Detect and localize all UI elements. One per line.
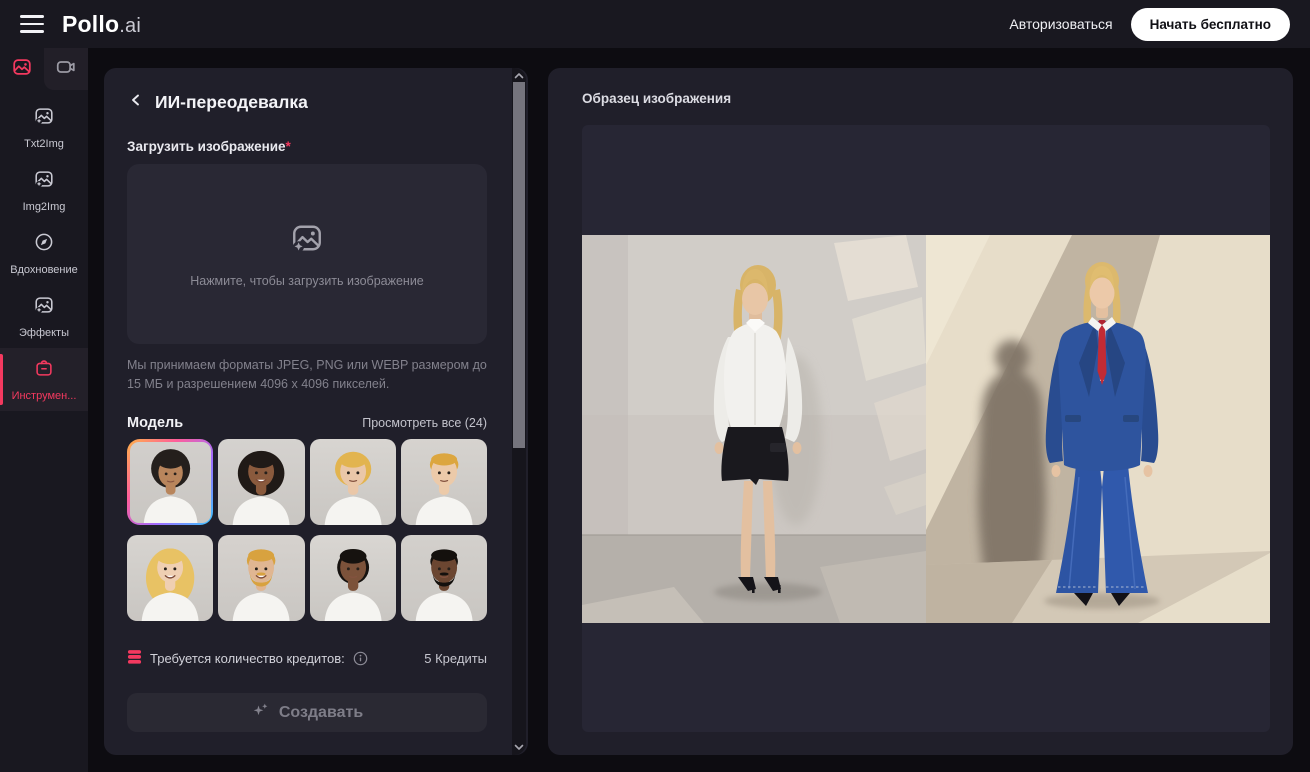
logo[interactable]: Pollo.ai — [62, 11, 141, 38]
scroll-up-icon[interactable] — [512, 69, 526, 83]
preview-title: Образец изображения — [582, 91, 731, 106]
model-thumb-man-blond-short[interactable] — [401, 439, 487, 525]
scrollbar-thumb[interactable] — [513, 82, 525, 448]
model-avatar — [310, 439, 396, 525]
model-avatar — [127, 535, 213, 621]
upload-dropzone[interactable]: Нажмите, чтобы загрузить изображение — [127, 164, 487, 344]
back-button[interactable] — [127, 94, 145, 112]
page-title: ИИ-переодевалка — [155, 92, 308, 113]
sidebar-item-label: Инструмен... — [12, 390, 77, 402]
sidebar-item-effects[interactable]: Эффекты — [0, 285, 88, 348]
credits-label: Требуется количество кредитов: — [150, 651, 345, 666]
model-avatar — [218, 535, 304, 621]
video-camera-icon — [55, 56, 77, 83]
toolbox-icon — [33, 357, 55, 384]
login-link[interactable]: Авторизоваться — [1009, 16, 1112, 32]
credits-coins-icon — [127, 649, 142, 668]
model-section-label: Модель — [127, 415, 183, 431]
required-asterisk: * — [286, 139, 291, 154]
sidebar-mode-tabs — [0, 48, 88, 90]
sidebar-items: Txt2Img Img2Img Вдохновение — [0, 96, 88, 411]
model-avatar — [401, 439, 487, 525]
scroll-down-icon[interactable] — [512, 740, 526, 754]
credits-value: 5 Кредиты — [424, 651, 487, 666]
model-avatar — [401, 535, 487, 621]
model-thumb-woman-dark-bob[interactable] — [310, 535, 396, 621]
sparkles-icon — [251, 701, 270, 725]
sidebar-item-label: Вдохновение — [10, 264, 78, 276]
model-thumb-woman-dark-curly[interactable] — [218, 439, 304, 525]
model-avatar — [130, 442, 211, 523]
preview-panel: Образец изображения — [548, 68, 1293, 755]
sidebar-item-inspiration[interactable]: Вдохновение — [0, 222, 88, 285]
tab-video-mode[interactable] — [44, 48, 88, 90]
upload-field-label: Загрузить изображение* — [127, 139, 291, 154]
info-icon[interactable] — [353, 651, 368, 666]
image-sparkle-icon — [33, 294, 55, 321]
logo-suffix: .ai — [119, 15, 141, 37]
image-sparkle-icon — [33, 168, 55, 195]
model-thumb-woman-blonde-curly[interactable] — [310, 439, 396, 525]
panel-scrollbar — [512, 68, 526, 755]
model-avatar — [218, 439, 304, 525]
photo-blue-suit-red-tie — [926, 235, 1270, 623]
sidebar-item-tools[interactable]: Инструмен... — [0, 348, 88, 411]
topbar: Pollo.ai Авторизоваться Начать бесплатно — [0, 0, 1310, 48]
chevron-left-icon — [128, 92, 144, 113]
view-all-models-link[interactable]: Просмотреть все (24) — [362, 416, 487, 430]
image-sparkle-icon — [33, 105, 55, 132]
sidebar-item-label: Txt2Img — [24, 138, 64, 150]
tab-image-mode[interactable] — [0, 48, 44, 90]
hamburger-menu-icon[interactable] — [20, 15, 44, 33]
model-thumb-woman-blonde-long-curls[interactable] — [127, 535, 213, 621]
add-image-icon — [289, 220, 325, 261]
model-thumb-man-dark-afro[interactable] — [127, 439, 213, 525]
photo-white-shirt-black-shorts — [582, 235, 926, 623]
preview-card — [582, 125, 1270, 732]
model-thumb-man-dark-beard[interactable] — [401, 535, 487, 621]
sample-image — [582, 235, 1270, 623]
compass-icon — [33, 231, 55, 258]
create-button[interactable]: Создавать — [127, 693, 487, 732]
upload-format-hint: Мы принимаем форматы JPEG, PNG или WEBP … — [127, 356, 487, 394]
logo-brand: Pollo — [62, 11, 119, 37]
sidebar-item-txt2img[interactable]: Txt2Img — [0, 96, 88, 159]
upload-placeholder-text: Нажмите, чтобы загрузить изображение — [190, 274, 424, 288]
start-free-button[interactable]: Начать бесплатно — [1131, 8, 1290, 41]
sidebar-item-label: Эффекты — [19, 327, 69, 339]
model-grid — [127, 439, 487, 621]
model-avatar — [310, 535, 396, 621]
sidebar: Txt2Img Img2Img Вдохновение — [0, 48, 88, 772]
create-button-label: Создавать — [279, 704, 363, 722]
image-icon — [11, 56, 33, 83]
sidebar-item-label: Img2Img — [23, 201, 66, 213]
model-thumb-man-blond-beard[interactable] — [218, 535, 304, 621]
sidebar-item-img2img[interactable]: Img2Img — [0, 159, 88, 222]
tool-form-panel: ИИ-переодевалка Загрузить изображение* Н… — [104, 68, 528, 755]
